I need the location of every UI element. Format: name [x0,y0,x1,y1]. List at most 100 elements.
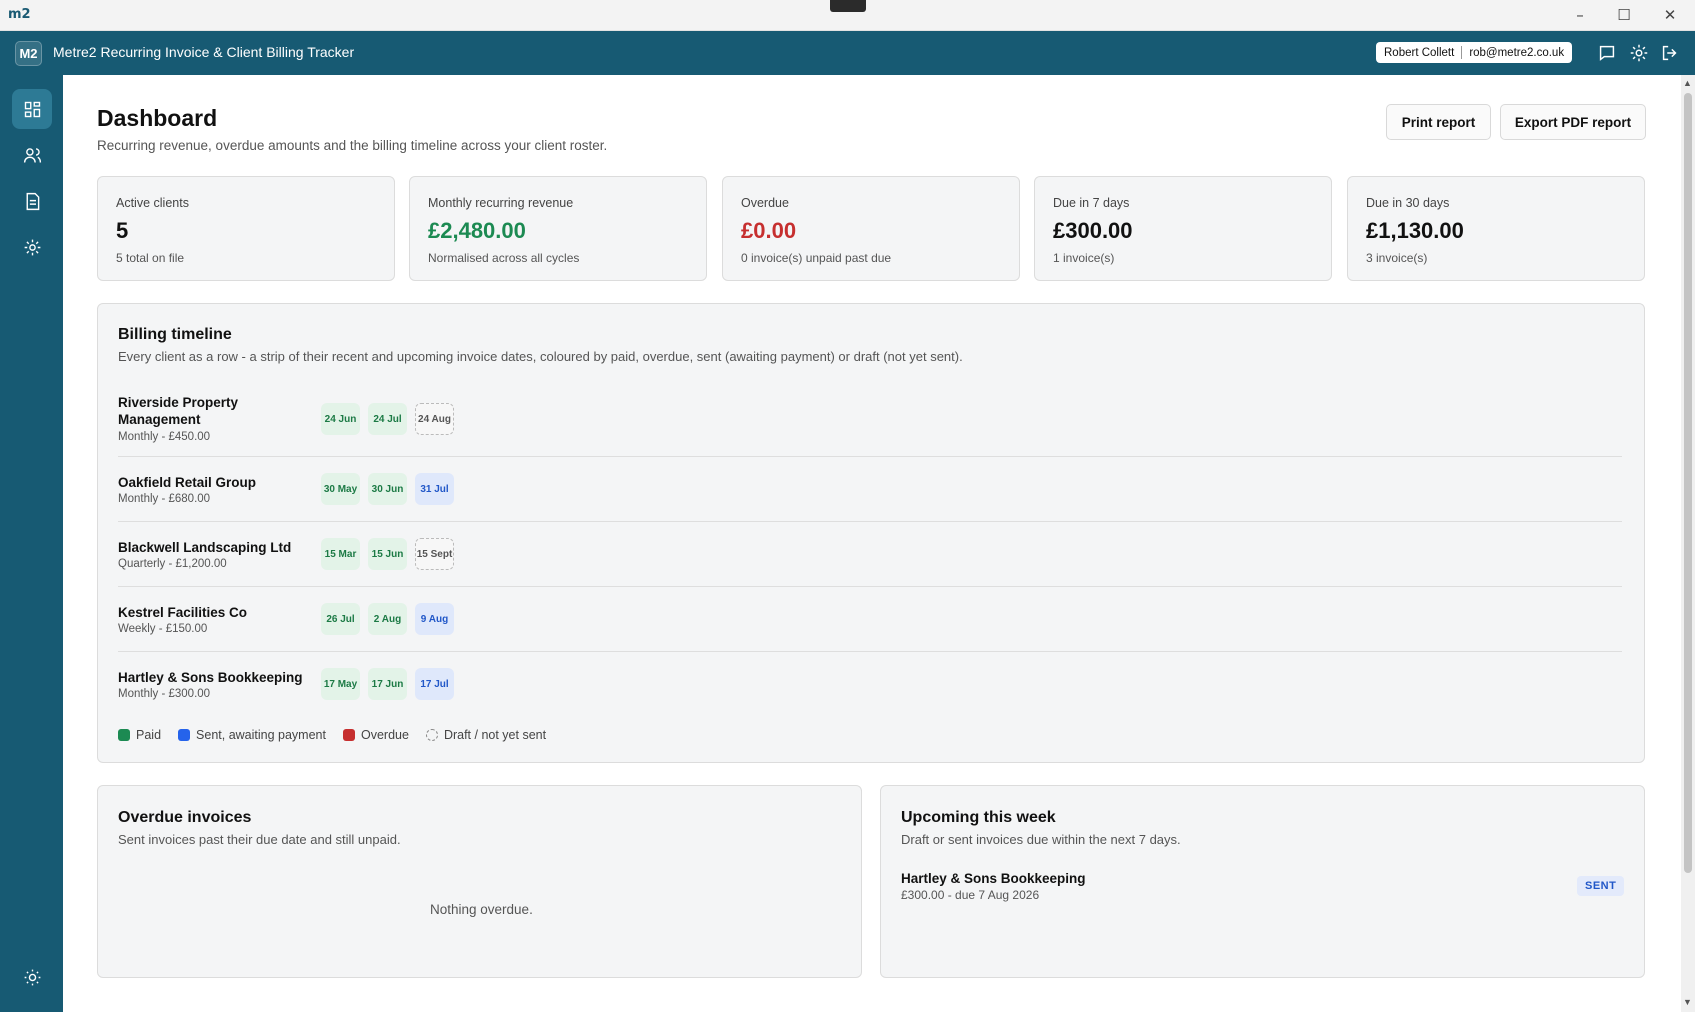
legend-swatch [342,729,355,741]
invoice-chip[interactable]: 26 Jul [321,603,360,635]
legend-label: Overdue [360,728,409,742]
upcoming-client-name[interactable]: Hartley & Sons Bookkeeping [901,871,1086,886]
client-name[interactable]: Oakfield Retail Group [118,474,298,491]
invoice-chip[interactable]: 9 Aug [415,603,454,635]
stat-label: Active clients [116,196,189,210]
gear-icon[interactable] [1628,42,1650,64]
sidebar [0,75,63,1012]
theme-toggle[interactable] [12,957,52,997]
sun-icon [24,969,40,985]
billing-cycle: Monthly - £680.00 [118,493,211,505]
empty-state: Nothing overdue. [430,902,533,917]
page-title: Dashboard [97,105,218,131]
sidebar-item-settings[interactable] [12,227,52,267]
timeline-row: Riverside Property Management Monthly - … [118,390,1622,457]
panel-title: Billing timeline [118,326,232,343]
users-icon [23,147,41,163]
stat-card-active-clients: Active clients 5 5 total on file [97,176,395,281]
stat-value: £1,130.00 [1366,218,1464,243]
panel-title: Overdue invoices [118,809,252,826]
upcoming-invoice-meta: £300.00 - due 7 Aug 2026 [901,888,1040,902]
billing-cycle: Monthly - £450.00 [118,431,211,443]
client-name[interactable]: Kestrel Facilities Co [118,604,298,621]
scroll-up-arrow[interactable]: ▲ [1683,78,1692,88]
user-email: rob@metre2.co.uk [1469,46,1565,59]
invoice-chip[interactable]: 17 Jun [368,668,407,700]
logout-icon[interactable] [1659,42,1681,64]
stat-sub: 1 invoice(s) [1053,251,1115,265]
legend-overdue: Overdue [342,728,409,742]
legend-swatch [178,729,191,741]
export-pdf-button[interactable]: Export PDF report [1500,104,1646,140]
legend-label: Sent, awaiting payment [196,728,326,742]
page-subtitle: Recurring revenue, overdue amounts and t… [97,138,608,153]
sidebar-item-clients[interactable] [12,135,52,175]
timeline-row: Hartley & Sons Bookkeeping Monthly - £30… [118,652,1622,714]
stat-card-overdue: Overdue £0.00 0 invoice(s) unpaid past d… [722,176,1020,281]
app-header: M2 Metre2 Recurring Invoice & Client Bil… [0,31,1695,75]
stat-card-mrr: Monthly recurring revenue £2,480.00 Norm… [409,176,707,281]
invoice-chip[interactable]: 15 Sept [415,538,454,570]
app-title: Metre2 Recurring Invoice & Client Billin… [53,44,355,60]
timeline-row: Oakfield Retail Group Monthly - £680.00 … [118,457,1622,522]
user-name: Robert Collett [1384,46,1455,59]
overdue-invoices-panel: Overdue invoices Sent invoices past thei… [97,785,862,978]
invoice-chip[interactable]: 15 Jun [368,538,407,570]
status-badge: SENT [1577,876,1625,896]
sidebar-item-dashboard[interactable] [12,89,52,129]
panel-subtitle: Draft or sent invoices due within the ne… [901,832,1181,847]
invoice-chip[interactable]: 24 Aug [415,403,454,435]
gear-icon [24,239,40,255]
stat-value: £300.00 [1053,218,1133,243]
timeline-legend: Paid Sent, awaiting payment Overdue Draf… [118,728,563,742]
stat-card-due-7-days: Due in 7 days £300.00 1 invoice(s) [1034,176,1332,281]
chat-icon[interactable] [1596,42,1618,64]
legend-label: Draft / not yet sent [443,728,547,742]
stat-value: 5 [116,218,129,243]
app-logo: M2 [15,41,42,66]
maximize-button[interactable]: ☐ [1604,4,1644,26]
billing-timeline-panel: Billing timeline Every client as a row -… [97,303,1645,763]
stat-label: Overdue [741,196,789,210]
sidebar-item-invoices[interactable] [12,181,52,221]
scroll-down-arrow[interactable]: ▼ [1683,997,1692,1007]
stat-value: £2,480.00 [428,218,526,243]
panel-subtitle: Sent invoices past their due date and st… [118,832,401,847]
scrollbar-thumb[interactable] [1684,93,1692,873]
invoice-chip[interactable]: 17 May [321,668,360,700]
invoice-chip[interactable]: 24 Jun [321,403,360,435]
user-badge: Robert Collett rob@metre2.co.uk [1376,42,1573,63]
client-name[interactable]: Riverside Property Management [118,394,298,428]
invoice-chip[interactable]: 2 Aug [368,603,407,635]
timeline-row: Blackwell Landscaping Ltd Quarterly - £1… [118,522,1622,587]
stat-sub: 5 total on file [116,251,185,265]
invoice-chip[interactable]: 15 Mar [321,538,360,570]
window-titlebar: m2 – ☐ ✕ [0,0,1695,31]
legend-swatch [425,729,438,741]
document-icon [26,192,39,210]
invoice-chip[interactable]: 31 Jul [415,473,454,505]
billing-cycle: Monthly - £300.00 [118,688,211,700]
invoice-chip[interactable]: 30 May [321,473,360,505]
legend-draft: Draft / not yet sent [425,728,547,742]
billing-cycle: Quarterly - £1,200.00 [118,558,227,570]
invoice-chip[interactable]: 30 Jun [368,473,407,505]
minimize-button[interactable]: – [1560,4,1600,26]
upcoming-week-panel: Upcoming this week Draft or sent invoice… [880,785,1645,978]
invoice-chip[interactable]: 24 Jul [368,403,407,435]
print-report-button[interactable]: Print report [1386,104,1491,140]
stat-label: Monthly recurring revenue [428,196,574,210]
stat-label: Due in 7 days [1053,196,1130,210]
close-window-button[interactable]: ✕ [1650,4,1690,26]
drag-handle[interactable] [830,0,866,12]
stat-sub: 3 invoice(s) [1366,251,1428,265]
stat-sub: Normalised across all cycles [428,251,580,265]
invoice-chip[interactable]: 17 Jul [415,668,454,700]
panel-subtitle: Every client as a row - a strip of their… [118,349,963,364]
panel-title: Upcoming this week [901,809,1056,826]
grid-icon [24,101,40,117]
stat-sub: 0 invoice(s) unpaid past due [741,251,892,265]
divider [1461,46,1463,59]
stat-card-due-30-days: Due in 30 days £1,130.00 3 invoice(s) [1347,176,1645,281]
vertical-scrollbar[interactable]: ▲ ▼ [1681,75,1695,1012]
